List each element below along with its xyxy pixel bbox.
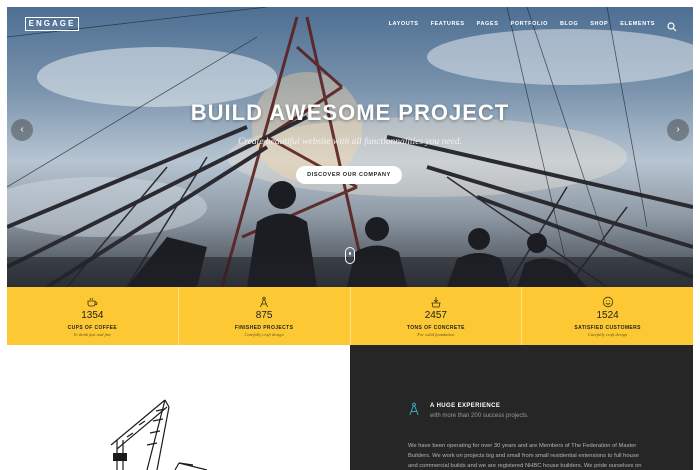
concrete-icon [430, 295, 442, 308]
nav-item-features[interactable]: FEATURES [431, 21, 465, 27]
stat-cups-of-coffee: 1354 CUPS OF COFFEE To think fast and fi… [7, 287, 179, 345]
stat-number: 1524 [596, 310, 619, 321]
compass-icon [258, 295, 270, 308]
nav-item-portfolio[interactable]: PORTFOLIO [510, 21, 547, 27]
search-icon[interactable] [667, 19, 677, 32]
stat-number: 2457 [424, 310, 447, 321]
hero-background-image [7, 7, 693, 287]
hero-title: BUILD AWESOME PROJECT [190, 100, 510, 125]
stats-bar: 1354 CUPS OF COFFEE To think fast and fi… [7, 287, 693, 345]
stat-number: 875 [255, 310, 273, 321]
smiley-icon [602, 295, 614, 308]
stat-label: CUPS OF COFFEE [67, 325, 118, 331]
stat-number: 1354 [81, 310, 104, 321]
discover-company-button[interactable]: DISCOVER OUR COMPANY [296, 166, 402, 184]
stat-finished-projects: 875 FINISHED PROJECTS Carefully craft de… [179, 287, 351, 345]
logo[interactable]: ENGAGE [25, 17, 79, 31]
chevron-left-icon[interactable]: ‹ [11, 119, 33, 141]
main-nav: LAYOUTS FEATURES PAGES PORTFOLIO BLOG SH… [389, 19, 677, 32]
experience-title: A HUGE EXPERIENCE [430, 403, 501, 409]
crane-image-panel [7, 345, 350, 470]
stat-label: FINISHED PROJECTS [234, 325, 294, 331]
coffee-cup-icon [86, 295, 98, 307]
experience-subtitle: with more than 200 success projects. [430, 413, 529, 419]
stat-caption: To think fast and fine [73, 332, 112, 337]
stat-caption: Carefully craft design [244, 332, 284, 337]
nav-item-blog[interactable]: BLOG [560, 21, 578, 27]
nav-item-layouts[interactable]: LAYOUTS [389, 21, 419, 27]
hero-subtitle: Create beautiful website with all functi… [238, 137, 462, 147]
stat-tons-of-concrete: 2457 TONS OF CONCRETE For solid foundati… [351, 287, 523, 345]
chevron-right-icon[interactable]: › [667, 119, 689, 141]
experience-body: We have been operating for over 30 years… [408, 443, 642, 469]
nav-item-pages[interactable]: PAGES [477, 21, 499, 27]
nav-item-elements[interactable]: ELEMENTS [620, 21, 655, 27]
stat-caption: For solid foundation [417, 332, 455, 337]
page-frame: ENGAGE LAYOUTS FEATURES PAGES PORTFOLIO … [7, 7, 693, 470]
mouse-scroll-icon[interactable] [345, 247, 355, 264]
stat-label: SATISFIED CUSTOMERS [574, 325, 641, 331]
crane-image [110, 399, 208, 470]
stat-label: TONS OF CONCRETE [406, 325, 465, 331]
compass-icon [408, 402, 420, 416]
nav-item-shop[interactable]: SHOP [590, 21, 608, 27]
stat-caption: Carefully craft design [587, 332, 628, 337]
experience-panel: A HUGE EXPERIENCE with more than 200 suc… [350, 345, 693, 470]
stat-satisfied-customers: 1524 SATISFIED CUSTOMERS Carefully craft… [522, 287, 693, 345]
hero-section: ENGAGE LAYOUTS FEATURES PAGES PORTFOLIO … [7, 7, 693, 287]
